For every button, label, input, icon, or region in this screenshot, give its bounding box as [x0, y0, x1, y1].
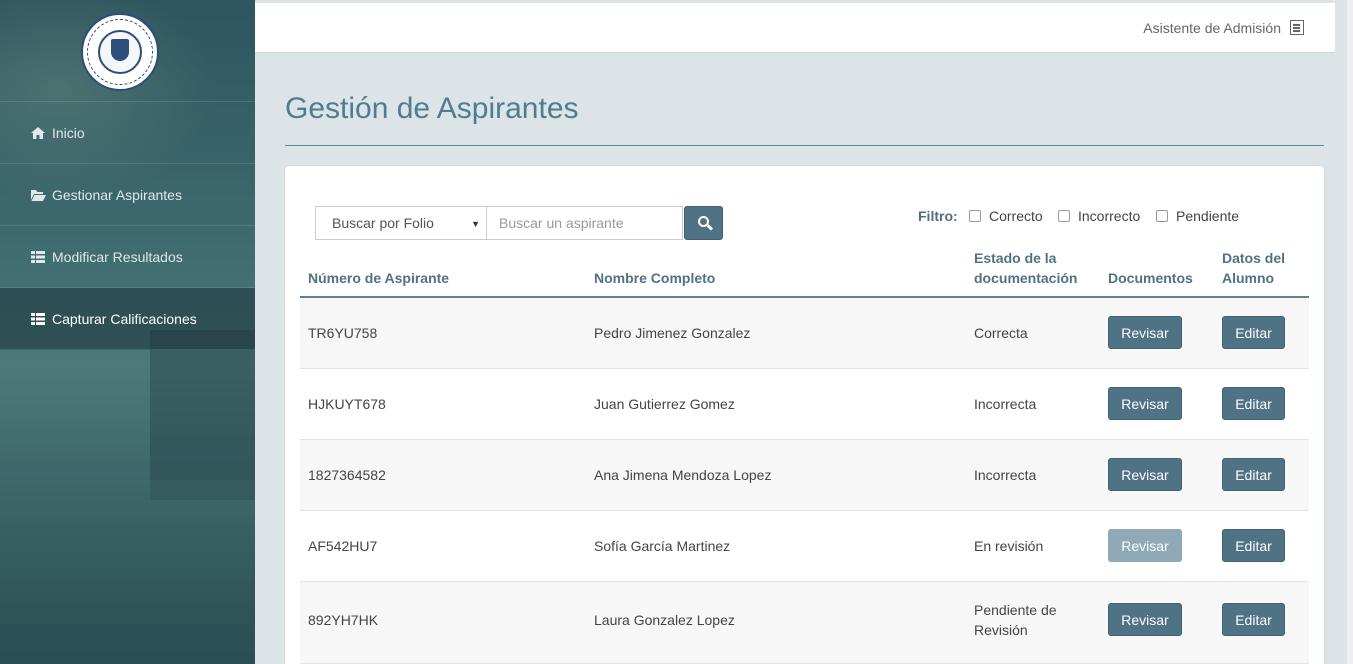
filter-option-label: Pendiente: [1176, 208, 1240, 224]
search-mode-value: Buscar por Folio: [332, 215, 434, 231]
page-title: Gestión de Aspirantes: [285, 92, 579, 125]
column-header-numero[interactable]: Número de Aspirante: [308, 268, 449, 288]
column-header-nombre[interactable]: Nombre Completo: [594, 268, 715, 288]
cell-nombre: Pedro Jimenez Gonzalez: [594, 325, 751, 341]
sidebar: Inicio Gestionar Aspirantes Modificar Re…: [0, 0, 255, 664]
filter-option-label: Correcto: [989, 208, 1043, 224]
sidebar-background-building: [150, 330, 255, 500]
cell-numero: TR6YU758: [308, 325, 378, 341]
sidebar-item-capturar-calificaciones[interactable]: Capturar Calificaciones: [0, 288, 255, 350]
checkbox-pendiente[interactable]: [1156, 210, 1168, 222]
cell-estado: Pendiente de Revisión: [974, 600, 1057, 640]
cell-numero: 892YH7HK: [308, 612, 379, 628]
home-icon: [31, 126, 45, 139]
editar-button[interactable]: Editar: [1222, 387, 1285, 420]
checkbox-incorrecto[interactable]: [1058, 210, 1070, 222]
sidebar-item-label: Gestionar Aspirantes: [52, 186, 182, 203]
caret-down-icon: ▼: [471, 219, 480, 229]
cell-estado: Incorrecta: [974, 396, 1037, 412]
revisar-button[interactable]: Revisar: [1108, 458, 1182, 491]
sidebar-item-label: Inicio: [52, 124, 85, 141]
sidebar-item-gestionar-aspirantes[interactable]: Gestionar Aspirantes: [0, 164, 255, 226]
cell-estado-line1: Pendiente de: [974, 602, 1057, 618]
cell-estado: En revisión: [974, 538, 1044, 554]
revisar-button[interactable]: Revisar: [1108, 603, 1182, 636]
column-header-estado[interactable]: Estado de la documentación: [974, 248, 1077, 288]
top-bar: Asistente de Admisión: [255, 3, 1335, 53]
filter-correcto[interactable]: Correcto: [969, 208, 1043, 224]
logo-area: [0, 0, 255, 102]
revisar-button-disabled[interactable]: Revisar: [1108, 529, 1182, 562]
cell-estado: Correcta: [974, 325, 1028, 341]
column-header-estado-line1: Estado de la: [974, 250, 1057, 266]
seal-shield-icon: [111, 39, 129, 61]
sidebar-item-label: Modificar Resultados: [52, 248, 183, 265]
cell-nombre: Sofía García Martinez: [594, 538, 731, 554]
cell-numero: 1827364582: [308, 467, 386, 483]
column-header-documentos[interactable]: Documentos: [1108, 268, 1193, 288]
cell-numero: HJKUYT678: [308, 396, 386, 412]
checkbox-correcto[interactable]: [969, 210, 981, 222]
revisar-button[interactable]: Revisar: [1108, 387, 1182, 420]
editar-button[interactable]: Editar: [1222, 529, 1285, 562]
filter-option-label: Incorrecto: [1078, 208, 1141, 224]
search-icon-handle: [706, 224, 714, 231]
editar-button[interactable]: Editar: [1222, 316, 1285, 349]
table-row: AF542HU7 Sofía García Martinez En revisi…: [300, 511, 1309, 582]
cell-estado: Incorrecta: [974, 467, 1037, 483]
sidebar-item-label: Capturar Calificaciones: [52, 310, 197, 327]
column-header-estado-line2: documentación: [974, 270, 1078, 286]
sidebar-background-lawn: [0, 480, 255, 664]
cell-estado-line2: Revisión: [974, 622, 1028, 638]
book-icon[interactable]: [1290, 20, 1304, 35]
editar-button[interactable]: Editar: [1222, 458, 1285, 491]
column-header-datos[interactable]: Datos del Alumno: [1222, 248, 1285, 288]
table-row: TR6YU758 Pedro Jimenez Gonzalez Correcta…: [300, 298, 1309, 369]
app-title[interactable]: Asistente de Admisión: [1143, 20, 1281, 36]
page-scrollbar[interactable]: [1347, 0, 1353, 664]
sidebar-item-modificar-resultados[interactable]: Modificar Resultados: [0, 226, 255, 288]
cell-nombre: Juan Gutierrez Gomez: [594, 396, 735, 412]
filter-pendiente[interactable]: Pendiente: [1156, 208, 1239, 224]
filter-label: Filtro:: [918, 208, 958, 224]
cell-nombre: Ana Jimena Mendoza Lopez: [594, 467, 772, 483]
editar-button[interactable]: Editar: [1222, 603, 1285, 636]
table-row: 1827364582 Ana Jimena Mendoza Lopez Inco…: [300, 440, 1309, 511]
title-divider: [285, 145, 1324, 146]
sidebar-item-inicio[interactable]: Inicio: [0, 102, 255, 164]
table-row: HJKUYT678 Juan Gutierrez Gomez Incorrect…: [300, 369, 1309, 440]
search-button[interactable]: [684, 206, 723, 240]
university-seal-logo[interactable]: [81, 13, 159, 91]
column-header-datos-line1: Datos del: [1222, 250, 1286, 266]
cell-numero: AF542HU7: [308, 538, 378, 554]
revisar-button[interactable]: Revisar: [1108, 316, 1182, 349]
table-row: 892YH7HK Laura Gonzalez Lopez Pendiente …: [300, 582, 1309, 664]
column-header-datos-line2: Alumno: [1222, 270, 1275, 286]
folder-open-icon: [31, 189, 46, 201]
cell-nombre: Laura Gonzalez Lopez: [594, 612, 735, 628]
filter-incorrecto[interactable]: Incorrecto: [1058, 208, 1140, 224]
search-mode-select[interactable]: Buscar por Folio ▼: [315, 206, 487, 240]
list-icon: [31, 250, 45, 263]
search-input[interactable]: [487, 206, 683, 240]
list-icon: [31, 312, 45, 325]
